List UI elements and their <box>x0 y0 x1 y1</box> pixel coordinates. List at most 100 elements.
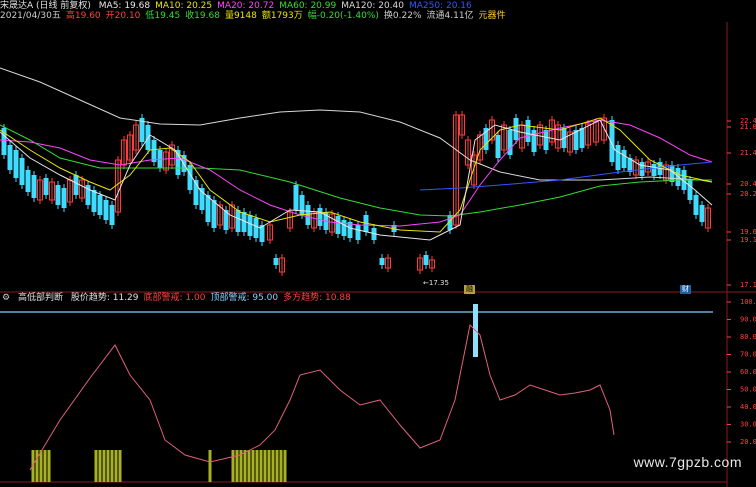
quote-value: 幅-0.20(-1.40%) <box>307 11 379 21</box>
price-axis-label: 20.2 <box>740 190 756 198</box>
margin-badge[interactable]: 融 <box>464 285 475 294</box>
candle-body-down <box>235 210 241 232</box>
bottom-signal-bar <box>283 450 287 482</box>
indicator-value: 顶部警戒: 95.00 <box>210 293 279 303</box>
trend-line <box>29 323 615 471</box>
candle-body-down <box>299 195 305 215</box>
bottom-signal-bar <box>118 450 122 482</box>
candle-body-down <box>693 195 699 215</box>
indicator-gear-icon[interactable]: ⚙ <box>2 293 10 303</box>
bottom-signal-bar <box>255 450 259 482</box>
indicator-value: 多方趋势: 10.88 <box>283 293 351 303</box>
ma120-line <box>0 67 713 183</box>
price-axis-label: 17.13 <box>740 281 756 289</box>
candle-body-down <box>317 208 323 226</box>
candle-body-down <box>621 150 627 168</box>
bottom-signal-bar <box>98 450 102 482</box>
quote-value: 低19.45 <box>145 11 181 21</box>
candle-body-down <box>7 145 13 170</box>
price-axis-label: 19.1 <box>740 236 756 244</box>
candle-body-down <box>531 130 537 152</box>
candle-body-down <box>513 118 519 140</box>
ma-value: MA60: 20.99 <box>279 1 337 11</box>
candle-body-down <box>91 190 97 212</box>
chart-canvas: 22.4021.8921.4020.4020.219.6019.117.13 1… <box>0 22 756 487</box>
candle-body-down <box>13 150 19 178</box>
indicator-value: 底部警戒: 1.00 <box>143 293 206 303</box>
quote-value: 2021/04/30五 <box>0 11 61 21</box>
candle-body-down <box>273 258 279 265</box>
bottom-signal-bar <box>43 450 47 482</box>
candle-body-down <box>525 120 531 142</box>
candle-body-down <box>699 205 705 222</box>
candle-body-down <box>247 215 253 236</box>
indicator-title: 高低部判断 <box>17 293 63 303</box>
quote-value: 流通4.11亿 <box>426 11 474 21</box>
quote-value: 额1793万 <box>261 11 303 21</box>
price-axis-label: 21.40 <box>740 149 756 157</box>
indicator-value: 股价趋势: 11.29 <box>70 293 139 303</box>
price-axis-label: 19.60 <box>740 228 756 236</box>
quote-value: 换0.22% <box>383 11 422 21</box>
candle-body-down <box>651 164 657 176</box>
indicator-axis-label: 40.00 <box>740 403 756 411</box>
bottom-signal-bar <box>102 450 106 482</box>
candle-body-down <box>103 200 109 220</box>
candle-body-down <box>61 188 67 208</box>
quote-value: 元器件 <box>478 11 506 21</box>
candle-body-down <box>109 205 115 225</box>
bottom-signal-bar <box>271 450 275 482</box>
bottom-signal-bar <box>106 450 110 482</box>
candle-body-down <box>43 178 49 195</box>
candle-body-down <box>293 185 299 210</box>
quote-value: 收19.68 <box>185 11 220 21</box>
quote-value: 开20.10 <box>105 11 141 21</box>
watermark: www.7gpzb.com <box>633 454 742 470</box>
candle-body-down <box>495 135 501 158</box>
candle-body-down <box>335 216 341 234</box>
indicator-axis-label: 30.00 <box>740 421 756 429</box>
bottom-signal-bar <box>279 450 283 482</box>
candle-body-down <box>73 175 79 195</box>
candle-body-down <box>355 225 361 240</box>
indicator-axis-label: 50.00 <box>740 386 756 394</box>
ma-value: MA5: 19.68 <box>98 1 151 11</box>
price-axis-labels: 22.4021.8921.4020.4020.219.6019.117.13 <box>727 117 756 289</box>
candle-body-down <box>25 170 31 192</box>
indicator-axis-label: 80.00 <box>740 333 756 341</box>
candle-body-down <box>211 200 217 228</box>
ma-value: MA250: 20.16 <box>409 1 472 11</box>
quote-value: 量9148 <box>224 11 257 21</box>
stock-name: 宋晟达A (日线 前复权) <box>0 1 91 11</box>
candle-body-down <box>341 220 347 236</box>
indicator-panel <box>29 304 615 482</box>
bottom-signal-bar <box>247 450 251 482</box>
bottom-signal-bar <box>275 450 279 482</box>
candle-body-down <box>687 180 693 200</box>
indicator-header: ⚙ 高低部判断 股价趋势: 11.29 底部警戒: 1.00 顶部警戒: 95.00… <box>2 293 361 304</box>
ma-value: MA10: 20.25 <box>155 1 213 11</box>
candle-body-down <box>205 195 211 222</box>
candle-body-down <box>253 218 259 238</box>
candle-body-down <box>151 140 157 162</box>
indicator-axis-label: 20.00 <box>740 438 756 446</box>
candlesticks <box>1 111 711 276</box>
indicator-axis-label: 100.00 <box>740 298 756 306</box>
bottom-signal-bar <box>39 450 43 482</box>
finance-badge[interactable]: 财 <box>680 285 691 294</box>
indicator-axis-label: 70.00 <box>740 351 756 359</box>
candle-body-down <box>543 130 549 150</box>
quote-value: 高19.60 <box>65 11 101 21</box>
bottom-signal-bar <box>243 450 247 482</box>
candle-body-down <box>31 175 37 198</box>
indicator-axis-labels: 100.00 90.00 80.00 70.00 60.00 50.00 40.00 30.0… <box>727 298 756 446</box>
bottom-signal-bar <box>47 450 51 482</box>
price-axis-label: 20.40 <box>740 180 756 188</box>
candle-body-down <box>579 128 585 148</box>
candle-body-down <box>423 255 429 265</box>
bottom-signal-bar <box>235 450 239 482</box>
candle-body-down <box>19 158 25 185</box>
candle-body-down <box>615 145 621 170</box>
candle-body-down <box>379 258 385 265</box>
bottom-signal-bar <box>35 450 39 482</box>
